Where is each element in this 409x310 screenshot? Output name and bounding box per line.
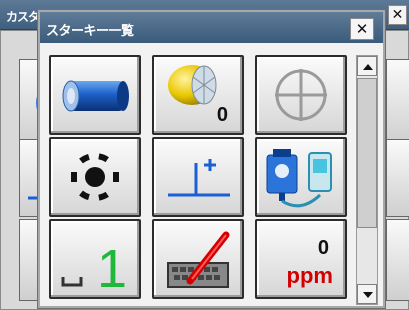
prism-constant-value: 0	[216, 104, 228, 126]
scrollbar-thumb[interactable]	[357, 78, 377, 228]
prism-icon	[168, 65, 217, 105]
star-key-grid: 0 1 0 ppm	[49, 55, 355, 310]
screen: カスタ ✕ p スターキー一覧 ✕	[0, 0, 409, 310]
key-instrument-height[interactable]	[152, 137, 244, 217]
key-job[interactable]: 1	[49, 219, 141, 299]
arrow-up-icon	[363, 64, 373, 70]
ppm-unit: ppm	[286, 263, 333, 288]
back-window-title: カスタ	[6, 10, 40, 24]
scroll-down-button[interactable]	[357, 284, 377, 304]
key-bluetooth[interactable]	[255, 137, 347, 217]
back-key-right-2[interactable]	[386, 139, 409, 217]
key-input[interactable]	[152, 219, 244, 299]
vertical-scrollbar[interactable]	[356, 55, 378, 305]
arrow-down-icon	[363, 292, 373, 298]
instrument-height-icon	[168, 159, 230, 197]
key-ppm[interactable]: 0 ppm	[255, 219, 347, 299]
star-key-list-dialog: スターキー一覧 ✕ 0 1 0 ppm	[38, 10, 385, 308]
key-battery[interactable]	[49, 55, 141, 135]
bluetooth-total-station-icon	[266, 149, 332, 208]
job-number: 1	[97, 239, 127, 297]
laser-plummet-icon	[71, 152, 119, 202]
key-prism[interactable]: 0	[152, 55, 244, 135]
crosshair-target-icon	[275, 69, 327, 121]
back-key-right-3[interactable]	[386, 219, 409, 301]
back-key-right-1[interactable]	[386, 59, 409, 145]
dialog-title: スターキー一覧	[46, 24, 134, 39]
battery-icon	[62, 80, 129, 112]
ppm-value: 0	[317, 237, 329, 259]
job-one-icon: 1	[61, 239, 127, 297]
back-window-close-button[interactable]: ✕	[388, 5, 407, 25]
key-laser-plummet[interactable]	[49, 137, 141, 217]
dialog-close-button[interactable]: ✕	[350, 18, 374, 40]
keyboard-pen-icon	[167, 231, 230, 288]
key-target[interactable]	[255, 55, 347, 135]
dialog-titlebar: スターキー一覧 ✕	[40, 12, 383, 43]
scroll-up-button[interactable]	[357, 56, 377, 76]
